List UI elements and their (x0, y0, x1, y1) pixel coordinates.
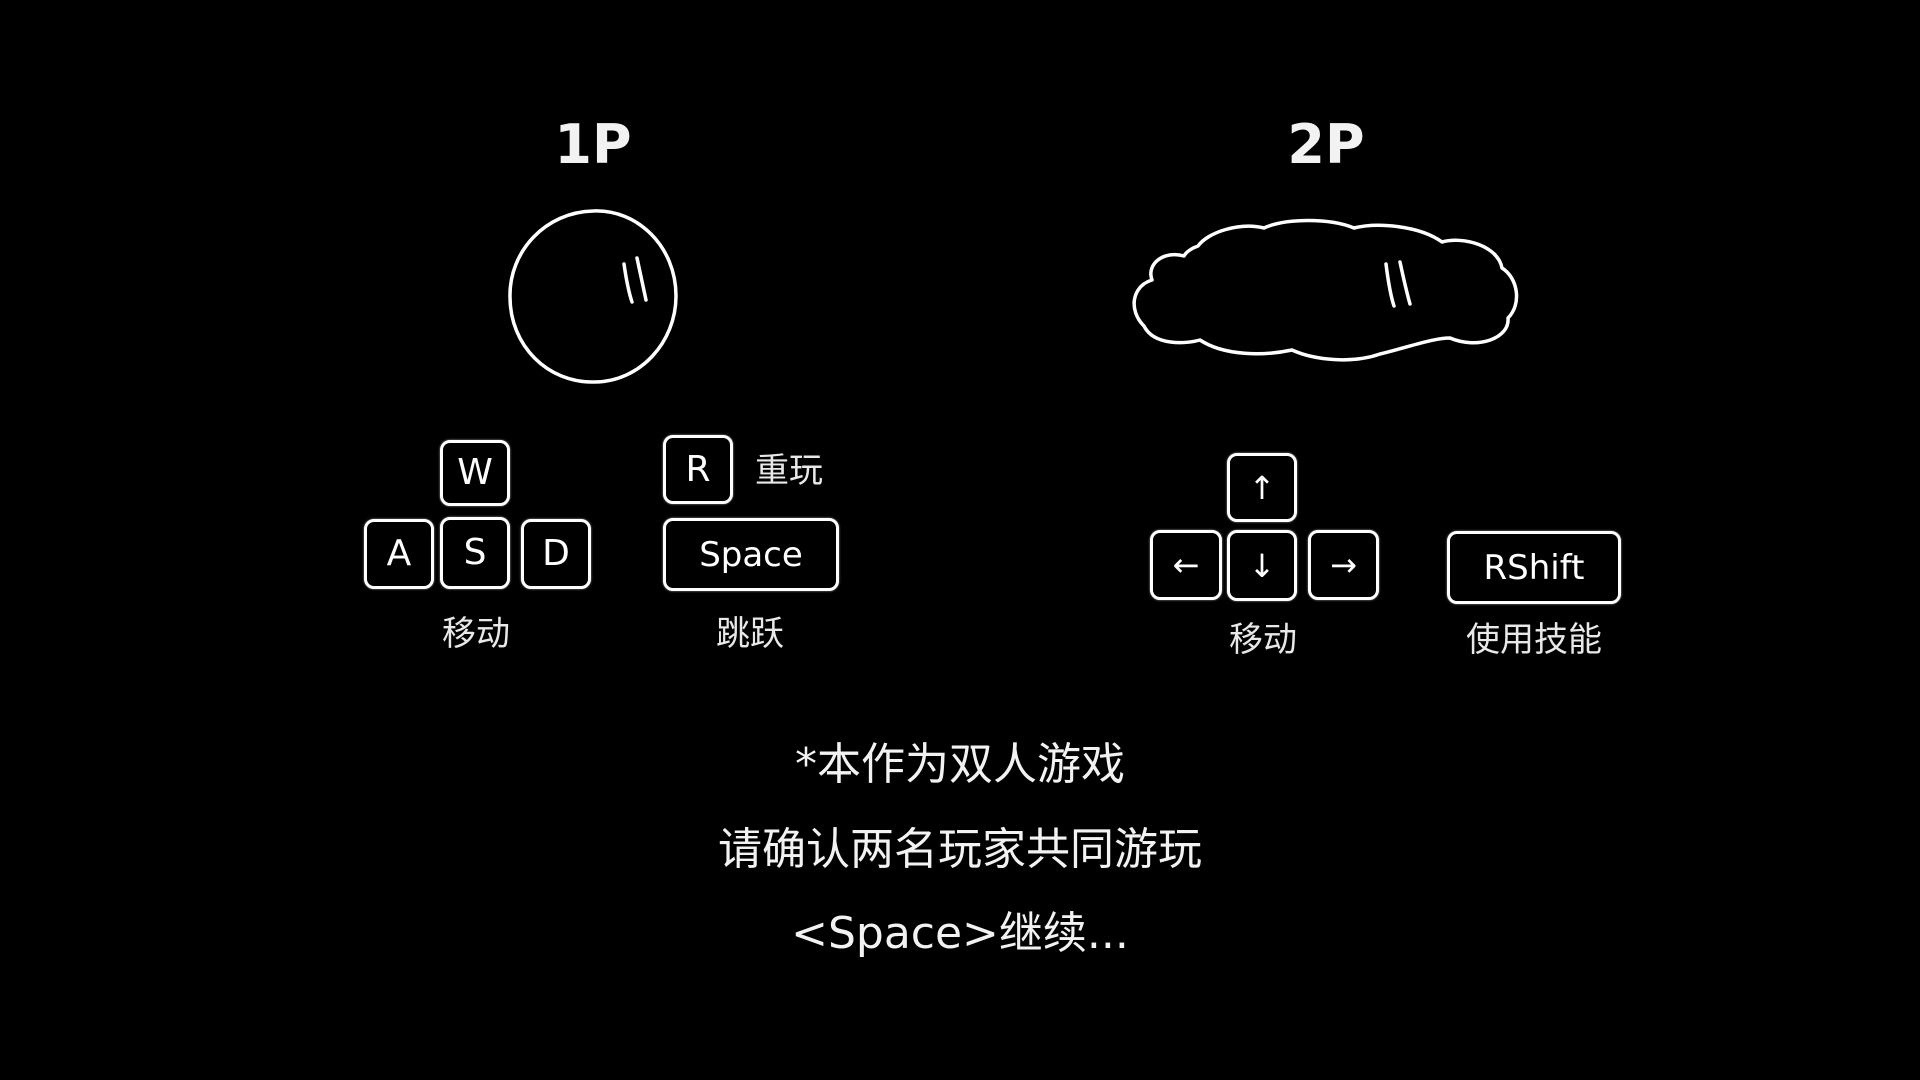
player2-skill-label: 使用技能 (1466, 620, 1602, 660)
continue-prompt[interactable]: <Space>继续... (0, 906, 1920, 962)
notice-confirm-players: 请确认两名玩家共同游玩 (718, 824, 1202, 875)
key-space: Space (663, 518, 839, 591)
key-w: W (440, 440, 510, 506)
key-s: S (440, 517, 510, 589)
ball-icon (508, 209, 678, 384)
cloud-icon (1132, 218, 1519, 362)
key-down-arrow: ↓ (1227, 530, 1297, 601)
key-up-arrow: ↑ (1227, 453, 1297, 522)
player2-title: 2P (1287, 113, 1365, 176)
key-right-arrow: → (1308, 530, 1379, 600)
key-left-arrow: ← (1150, 530, 1222, 600)
key-d: D (521, 519, 591, 589)
controls-screen: 1P W A S D 移动 R 重玩 Space 跳跃 2P ↑ ← ↓ → 移… (0, 0, 1920, 1080)
player1-move-label: 移动 (442, 614, 510, 654)
notice-two-player: *本作为双人游戏 (795, 739, 1125, 790)
player1-title: 1P (554, 113, 632, 176)
player2-move-label: 移动 (1229, 620, 1297, 660)
player1-replay-label: 重玩 (755, 451, 823, 491)
key-rshift: RShift (1447, 531, 1621, 604)
key-r: R (663, 435, 733, 504)
key-a: A (364, 519, 434, 589)
player1-jump-label: 跳跃 (716, 614, 784, 654)
